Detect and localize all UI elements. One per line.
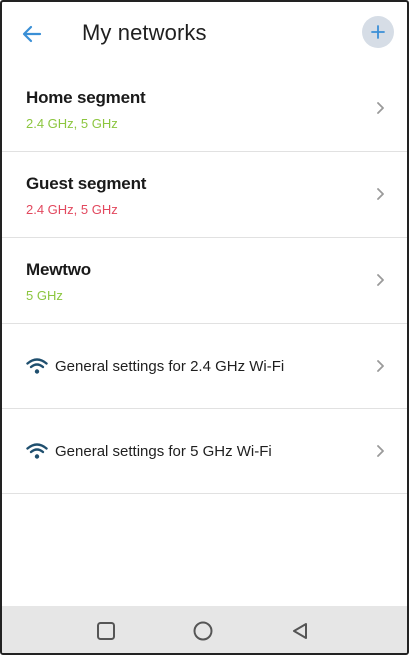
recent-apps-button[interactable] — [93, 618, 119, 644]
triangle-back-icon — [293, 623, 307, 639]
square-icon — [97, 622, 115, 640]
network-item-home-segment[interactable]: Home segment 2.4 GHz, 5 GHz — [2, 66, 407, 152]
chevron-right-icon — [377, 188, 384, 200]
page-title: My networks — [82, 20, 207, 45]
wifi-icon — [26, 443, 48, 459]
network-bands: 5 GHz — [26, 288, 63, 303]
general-settings-5ghz[interactable]: General settings for 5 GHz Wi-Fi — [2, 409, 407, 494]
back-button[interactable] — [14, 18, 50, 50]
network-bands: 2.4 GHz, 5 GHz — [26, 116, 118, 131]
plus-icon — [371, 25, 385, 39]
home-button[interactable] — [190, 618, 216, 644]
chevron-right-icon — [377, 445, 384, 457]
add-network-button[interactable] — [362, 16, 394, 48]
network-item-guest-segment[interactable]: Guest segment 2.4 GHz, 5 GHz — [2, 152, 407, 238]
network-name: Home segment — [26, 88, 146, 107]
circle-icon — [193, 621, 213, 641]
app-header: My networks — [2, 2, 407, 66]
general-settings-label: General settings for 2.4 GHz Wi-Fi — [55, 358, 285, 375]
chevron-right-icon — [377, 360, 384, 372]
arrow-left-icon — [22, 25, 42, 43]
network-name: Guest segment — [26, 174, 147, 193]
wifi-icon — [26, 358, 48, 374]
system-navigation-bar — [2, 606, 407, 653]
network-bands: 2.4 GHz, 5 GHz — [26, 202, 118, 217]
chevron-right-icon — [377, 274, 384, 286]
system-back-button[interactable] — [287, 618, 313, 644]
app-screen: My networks Home segment 2.4 GHz, 5 GHz … — [0, 0, 409, 655]
network-name: Mewtwo — [26, 260, 91, 279]
general-settings-2-4ghz[interactable]: General settings for 2.4 GHz Wi-Fi — [2, 324, 407, 409]
network-item-mewtwo[interactable]: Mewtwo 5 GHz — [2, 238, 407, 324]
general-settings-label: General settings for 5 GHz Wi-Fi — [55, 443, 272, 460]
networks-list: Home segment 2.4 GHz, 5 GHz Guest segmen… — [2, 66, 407, 494]
chevron-right-icon — [377, 102, 384, 114]
